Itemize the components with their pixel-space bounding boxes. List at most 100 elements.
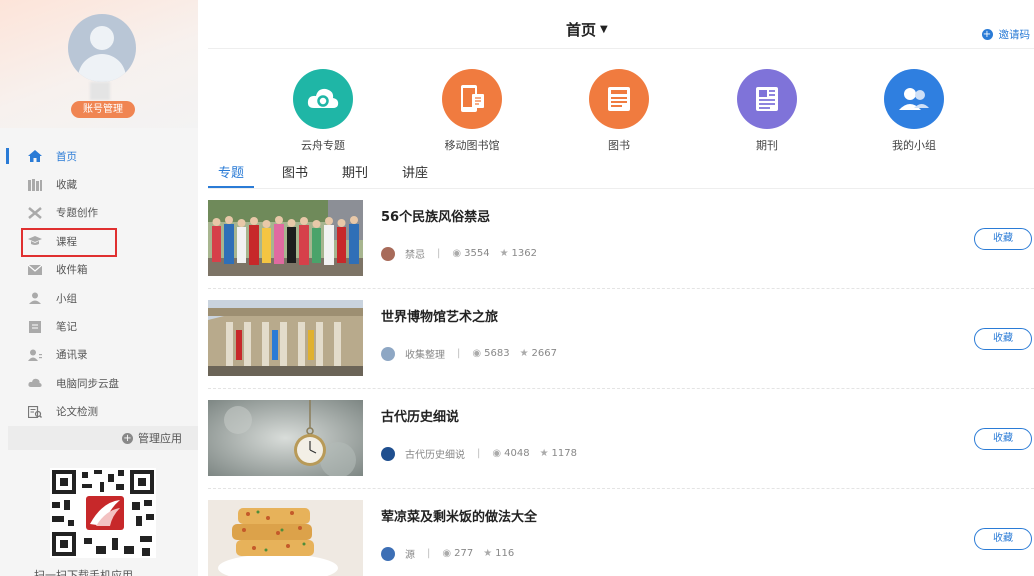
item-title[interactable]: 56个民族风俗禁忌 — [381, 206, 490, 225]
favorite-button[interactable]: 收藏 — [974, 228, 1032, 250]
graduation-cap-icon — [28, 235, 42, 247]
item-source: 源 — [405, 550, 415, 561]
sidebar-item-plagiarism-check[interactable]: 论文检测 — [0, 398, 198, 426]
item-source: 古代历史细说 — [405, 450, 465, 461]
envelope-icon — [28, 264, 42, 276]
avatar[interactable] — [68, 14, 136, 82]
eye-icon: ◉ — [492, 448, 502, 459]
manage-apps-button[interactable]: + 管理应用 — [8, 426, 198, 450]
sidebar-item-cloud-sync[interactable]: 电脑同步云盘 — [0, 369, 198, 397]
quick-link-my-groups[interactable]: 我的小组 — [869, 69, 959, 153]
item-title[interactable]: 荤凉菜及剩米饭的做法大全 — [381, 506, 537, 525]
quick-link-books[interactable]: 图书 — [574, 69, 664, 153]
person-icon — [28, 292, 42, 305]
tabs-divider — [208, 188, 1034, 189]
page-title-dropdown[interactable]: 首页 ▼ — [566, 19, 608, 40]
view-count: 4048 — [504, 448, 530, 459]
thumbnail-pocket-watch[interactable] — [208, 400, 363, 476]
notebook-icon — [28, 320, 42, 333]
row-divider — [208, 288, 1034, 289]
list-item: 56个民族风俗禁忌 禁忌 | ◉ 3554 ★ 1362 收藏 — [208, 200, 1034, 296]
favorite-button[interactable]: 收藏 — [974, 528, 1032, 550]
star-count: 1178 — [551, 448, 577, 459]
sidebar-item-label: 课程 — [56, 235, 77, 248]
view-count: 5683 — [484, 348, 510, 359]
source-avatar — [381, 246, 395, 261]
manage-apps-label: 管理应用 — [138, 432, 182, 445]
account-management-button[interactable]: 账号管理 — [71, 101, 135, 118]
item-meta: 源 | ◉ 277 ★ 116 — [381, 546, 514, 561]
tab-topics[interactable]: 专题 — [208, 162, 255, 188]
qr-caption: 扫一扫下载手机应用 — [34, 569, 133, 576]
sidebar-item-favorites[interactable]: 收藏 — [0, 170, 198, 198]
star-count: 2667 — [531, 348, 557, 359]
thumbnail-rice-cakes[interactable] — [208, 500, 363, 576]
eye-icon: ◉ — [442, 548, 452, 559]
sidebar-item-groups[interactable]: 小组 — [0, 284, 198, 312]
view-count: 3554 — [464, 248, 490, 259]
sidebar-item-label: 首页 — [56, 150, 77, 163]
tab-books[interactable]: 图书 — [272, 162, 318, 188]
bookshelf-icon — [28, 178, 42, 191]
item-title[interactable]: 古代历史细说 — [381, 406, 459, 425]
star-icon: ★ — [539, 448, 549, 459]
eye-icon: ◉ — [472, 348, 482, 359]
separator: | — [427, 548, 431, 559]
sidebar-item-contacts[interactable]: 通讯录 — [0, 341, 198, 369]
quick-link-label: 我的小组 — [892, 139, 936, 152]
sidebar-item-label: 收件箱 — [56, 264, 88, 277]
thumbnail-ethnic-costumes[interactable] — [208, 200, 363, 276]
sidebar-item-notes[interactable]: 笔记 — [0, 312, 198, 340]
item-source: 禁忌 — [405, 250, 425, 261]
document-check-icon — [28, 405, 42, 418]
qr-code — [50, 468, 156, 558]
tools-icon — [28, 207, 42, 219]
star-icon: ★ — [499, 248, 509, 259]
list-item: 荤凉菜及剩米饭的做法大全 源 | ◉ 277 ★ 116 收藏 — [208, 500, 1034, 576]
cloud-icon — [28, 377, 42, 389]
quick-link-label: 移动图书馆 — [444, 139, 500, 152]
thumbnail-museum[interactable] — [208, 300, 363, 376]
sidebar-item-label: 专题创作 — [56, 207, 98, 220]
contacts-icon — [28, 349, 42, 361]
invite-code-label: 邀请码 — [998, 29, 1031, 41]
separator: | — [477, 448, 481, 459]
sidebar-item-courses[interactable]: 课程 — [0, 227, 198, 255]
favorite-button[interactable]: 收藏 — [974, 328, 1032, 350]
sidebar-item-label: 论文检测 — [56, 406, 98, 419]
item-meta: 古代历史细说 | ◉ 4048 ★ 1178 — [381, 446, 577, 461]
favorite-button[interactable]: 收藏 — [974, 428, 1032, 450]
sidebar-item-label: 电脑同步云盘 — [56, 377, 119, 390]
star-count: 1362 — [511, 248, 537, 259]
quick-link-label: 图书 — [608, 139, 630, 152]
star-icon: ★ — [519, 348, 529, 359]
quick-link-yunzhou-topics[interactable]: 云舟专题 — [278, 69, 368, 153]
mobile-library-icon — [442, 69, 502, 129]
tab-journals[interactable]: 期刊 — [332, 162, 378, 188]
tab-lectures[interactable]: 讲座 — [392, 162, 438, 188]
eye-icon: ◉ — [452, 248, 462, 259]
cloud-icon — [293, 69, 353, 129]
sidebar-item-label: 笔记 — [56, 321, 77, 334]
book-icon — [589, 69, 649, 129]
item-meta: 禁忌 | ◉ 3554 ★ 1362 — [381, 246, 537, 261]
quick-link-journals[interactable]: 期刊 — [722, 69, 812, 153]
source-avatar — [381, 446, 395, 461]
star-icon: ★ — [483, 548, 493, 559]
view-count: 277 — [454, 548, 474, 559]
source-avatar — [381, 546, 395, 561]
item-title[interactable]: 世界博物馆艺术之旅 — [381, 306, 498, 325]
sidebar-item-inbox[interactable]: 收件箱 — [0, 256, 198, 284]
plus-circle-icon: + — [981, 29, 993, 40]
profile-panel: 账号管理 — [0, 0, 198, 128]
sidebar-item-home[interactable]: 首页 — [0, 142, 198, 170]
plus-circle-icon: + — [122, 432, 133, 444]
invite-code-link[interactable]: + 邀请码 — [981, 27, 1031, 42]
separator: | — [437, 248, 441, 259]
journal-icon — [737, 69, 797, 129]
row-divider — [208, 388, 1034, 389]
sidebar-item-topic-creation[interactable]: 专题创作 — [0, 199, 198, 227]
page-title: 首页 — [566, 21, 597, 39]
group-icon — [884, 69, 944, 129]
quick-link-mobile-library[interactable]: 移动图书馆 — [427, 69, 517, 153]
